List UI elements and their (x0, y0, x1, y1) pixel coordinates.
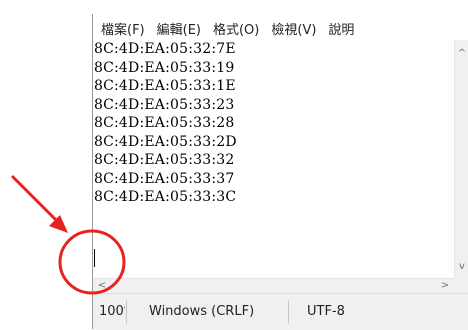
text-line: 8C:4D:EA:05:33:28 (94, 115, 235, 131)
line-ending-indicator: Windows (CRLF) (149, 304, 255, 319)
text-line: 8C:4D:EA:05:33:2D (94, 133, 237, 150)
scroll-up-icon[interactable]: ^ (455, 48, 468, 59)
vertical-scrollbar[interactable]: ^ v (454, 40, 468, 278)
text-line: 8C:4D:EA:05:33:37 (94, 170, 235, 187)
status-divider (288, 300, 289, 324)
text-line: 8C:4D:EA:05:33:19 (94, 59, 235, 76)
scroll-down-icon[interactable]: v (455, 261, 468, 272)
menu-bar: 檔案(F) 編輯(E) 格式(O) 檢視(V) 說明 (93, 16, 468, 40)
menu-edit[interactable]: 編輯(E) (151, 19, 207, 38)
text-line: 8C:4D:EA:05:33:23 (94, 96, 235, 113)
text-line: 8C:4D:EA:05:32:7E (94, 41, 236, 57)
annotation-arrow-head (49, 215, 68, 233)
scroll-right-icon[interactable]: > (438, 279, 452, 293)
text-editor-area[interactable]: 8C:4D:EA:05:32:7E 8C:4D:EA:05:33:19 8C:4… (93, 40, 454, 278)
status-bar: 100% Windows (CRLF) UTF-8 (93, 293, 468, 330)
menu-file[interactable]: 檔案(F) (93, 19, 151, 38)
scroll-left-icon[interactable]: < (95, 279, 109, 293)
horizontal-scrollbar[interactable]: < > (93, 278, 454, 293)
text-cursor (94, 249, 95, 267)
menu-format[interactable]: 格式(O) (207, 19, 265, 38)
menu-view[interactable]: 檢視(V) (265, 19, 322, 38)
scrollbar-corner (454, 278, 468, 293)
text-line: 8C:4D:EA:05:33:1E (94, 78, 236, 94)
menu-help[interactable]: 說明 (322, 19, 360, 38)
text-line: 8C:4D:EA:05:33:3C (94, 189, 237, 205)
annotation-arrow-line (10, 174, 66, 230)
text-line: 8C:4D:EA:05:33:32 (94, 152, 235, 168)
zoom-level: 100% (99, 304, 125, 319)
status-divider (126, 300, 127, 324)
encoding-indicator: UTF-8 (307, 304, 345, 319)
